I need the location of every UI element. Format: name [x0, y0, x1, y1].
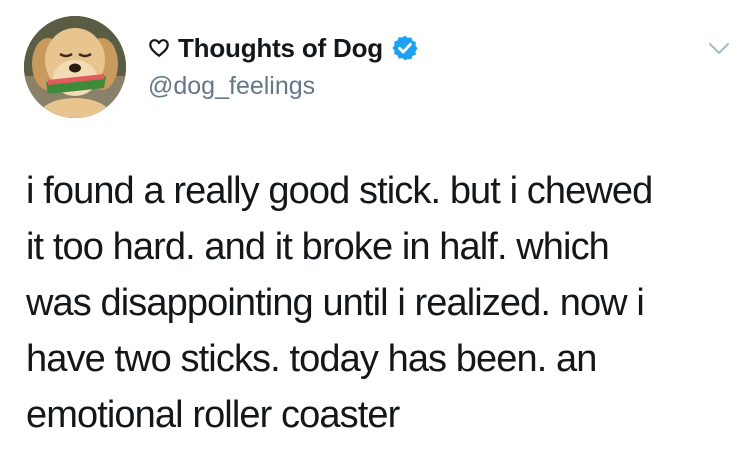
dog-avatar-image	[24, 16, 126, 118]
tweet-text: i found a really good stick. but i chewe…	[26, 170, 653, 436]
avatar[interactable]	[24, 16, 126, 118]
verified-badge-icon	[392, 35, 418, 61]
heart-outline-icon	[149, 39, 169, 57]
chevron-down-icon[interactable]	[708, 42, 730, 56]
tweet-card: Thoughts of Dog @dog_feelings i found a …	[0, 0, 740, 475]
display-name[interactable]: Thoughts of Dog	[178, 31, 383, 65]
account-name-row[interactable]: Thoughts of Dog	[148, 31, 419, 65]
account-handle[interactable]: @dog_feelings	[148, 70, 315, 102]
